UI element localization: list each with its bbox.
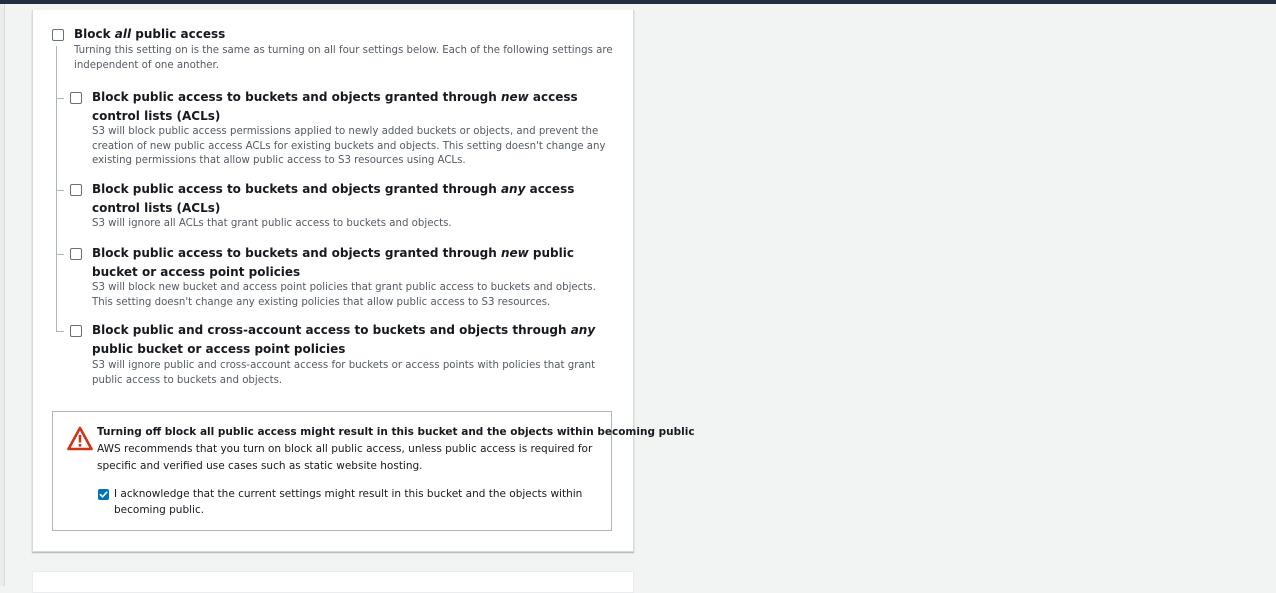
settings-tree-line [56,46,57,331]
block-new-policies-description: S3 will block new bucket and access poin… [92,282,596,308]
tree-branch [56,254,64,255]
side-nav-edge [0,4,5,586]
block-all-title: Block all public access [74,27,226,41]
block-cross-account-checkbox[interactable] [70,325,82,337]
warning-text: AWS recommends that you turn on block al… [97,443,593,472]
block-all-description: Turning this setting on is the same as t… [74,45,613,71]
block-new-acls-title: Block public access to buckets and objec… [92,90,578,123]
block-new-acls-checkbox[interactable] [70,92,82,104]
check-icon [99,491,108,498]
block-any-acls-title: Block public access to buckets and objec… [92,182,575,215]
warning-title: Turning off block all public access migh… [97,426,695,438]
block-all-checkbox[interactable] [52,29,64,41]
acknowledge-checkbox[interactable] [98,489,109,500]
block-any-acls-checkbox[interactable] [70,184,82,196]
tree-branch [56,331,64,332]
block-new-policies-checkbox[interactable] [70,248,82,260]
block-cross-account-description: S3 will ignore public and cross-account … [92,360,596,386]
block-new-acls-description: S3 will block public access permissions … [92,126,606,167]
acknowledge-label[interactable]: I acknowledge that the current settings … [114,486,604,518]
block-any-acls-description: S3 will ignore all ACLs that grant publi… [92,218,452,229]
tree-branch [56,98,64,99]
tree-branch [56,190,64,191]
block-cross-account-title: Block public and cross-account access to… [92,323,596,356]
next-panel [32,571,634,593]
top-nav-bar [0,0,1276,4]
block-new-policies-title: Block public access to buckets and objec… [92,246,574,279]
warning-triangle-icon [67,426,93,451]
